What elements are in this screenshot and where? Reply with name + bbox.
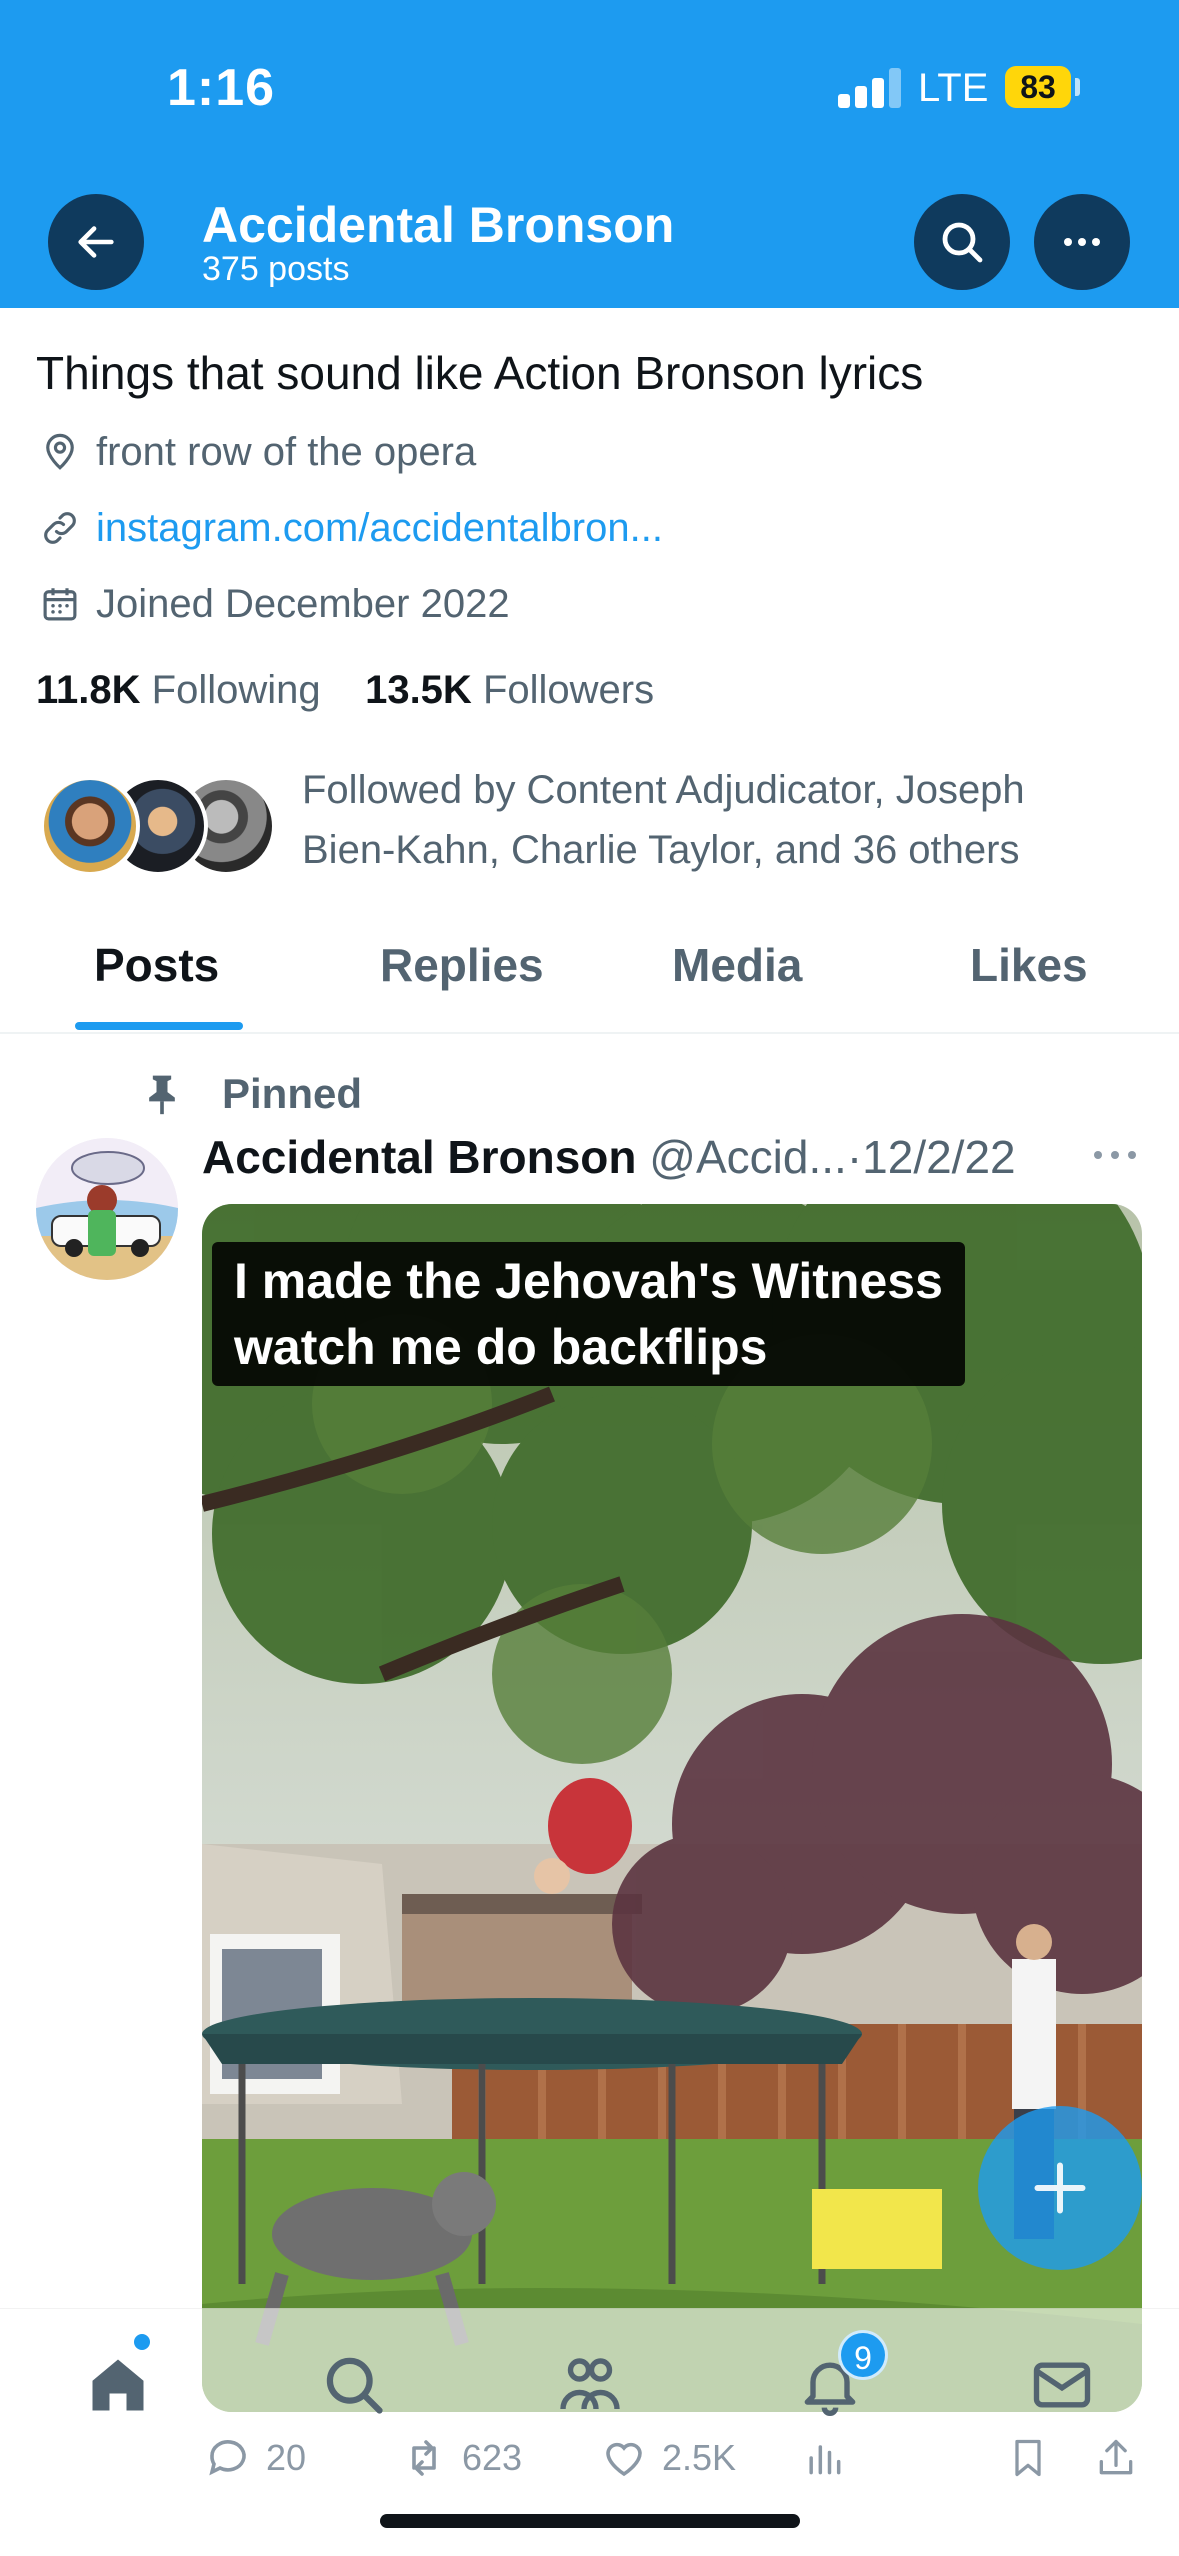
avatar-illustration <box>36 1138 178 1280</box>
reply-button[interactable]: 20 <box>202 2432 306 2484</box>
post-author-name[interactable]: Accidental Bronson <box>202 1131 637 1183</box>
followers-link[interactable]: 13.5K Followers <box>365 668 654 712</box>
avatar <box>40 776 140 876</box>
followers-count: 13.5K <box>365 668 472 712</box>
tab-posts[interactable]: Posts <box>94 938 219 992</box>
header-post-count: 375 posts <box>202 250 350 288</box>
pin-icon <box>140 1072 184 1116</box>
joined-text: Joined December 2022 <box>96 581 510 626</box>
more-horizontal-icon <box>1064 238 1100 246</box>
compose-post-button[interactable] <box>978 2106 1142 2270</box>
profile-tabs: Posts Replies Media Likes <box>0 900 1179 1034</box>
follow-counts: 11.8K Following 13.5K Followers <box>36 668 654 713</box>
search-button[interactable] <box>914 194 1010 290</box>
post-header: Accidental Bronson @Accid...·12/2/22 <box>202 1130 1016 1184</box>
following-count: 11.8K <box>36 668 141 712</box>
followers-label: Followers <box>482 668 655 712</box>
views-icon <box>798 2432 850 2484</box>
share-icon <box>1090 2432 1142 2484</box>
post-author-avatar[interactable] <box>36 1138 178 1280</box>
share-button[interactable] <box>1090 2432 1154 2484</box>
nav-home[interactable] <box>78 2345 158 2425</box>
repost-icon <box>398 2432 450 2484</box>
reply-count: 20 <box>266 2437 307 2478</box>
reply-icon <box>202 2432 254 2484</box>
more-options-button[interactable] <box>1034 194 1130 290</box>
tab-media[interactable]: Media <box>672 938 802 992</box>
post-actions: 20 623 2.5K <box>202 2432 1162 2492</box>
back-button[interactable] <box>48 194 144 290</box>
post-more-button[interactable] <box>1092 1130 1138 1175</box>
nav-messages[interactable] <box>1022 2345 1102 2425</box>
battery-icon: 83 <box>1005 66 1071 108</box>
following-link[interactable]: 11.8K Following <box>36 668 321 712</box>
post-separator: · <box>846 1131 863 1183</box>
tab-likes[interactable]: Likes <box>970 938 1088 992</box>
link-icon <box>36 504 84 552</box>
location-text: front row of the opera <box>96 429 477 474</box>
header-title: Accidental Bronson <box>202 197 675 253</box>
profile-location: front row of the opera <box>36 424 476 480</box>
like-count: 2.5K <box>662 2437 737 2478</box>
bookmark-icon <box>1002 2432 1054 2484</box>
followed-by-avatars[interactable] <box>40 776 280 878</box>
caption-line-1: I made the Jehovah's Witness <box>234 1253 943 1309</box>
link-text[interactable]: instagram.com/accidentalbron... <box>96 506 663 551</box>
followed-by-text[interactable]: Followed by Content Adjudicator, Joseph … <box>302 760 1122 880</box>
home-unread-dot <box>134 2334 150 2350</box>
location-pin-icon <box>36 428 84 476</box>
calendar-icon <box>36 580 84 628</box>
network-label: LTE <box>918 66 989 110</box>
pinned-label: Pinned <box>222 1070 363 1117</box>
heart-icon <box>598 2432 650 2484</box>
search-icon <box>326 2357 383 2414</box>
repost-button[interactable]: 623 <box>398 2432 522 2484</box>
caption-line-2: watch me do backflips <box>234 1319 768 1375</box>
notifications-badge: 9 <box>838 2330 888 2380</box>
active-tab-indicator <box>75 1022 243 1030</box>
nav-communities[interactable] <box>550 2345 630 2425</box>
communities-icon <box>560 2358 620 2410</box>
tab-replies[interactable]: Replies <box>380 938 544 992</box>
repost-count: 623 <box>462 2437 523 2478</box>
profile-joined: Joined December 2022 <box>36 576 510 632</box>
nav-search[interactable] <box>314 2345 394 2425</box>
status-time: 1:16 <box>167 59 276 117</box>
bookmark-button[interactable] <box>1002 2432 1066 2484</box>
more-horizontal-icon <box>1094 1151 1136 1159</box>
arrow-left-icon <box>78 226 114 258</box>
search-icon <box>942 222 983 263</box>
signal-icon <box>838 68 901 108</box>
profile-bio: Things that sound like Action Bronson ly… <box>36 347 924 399</box>
battery-tip <box>1075 78 1080 96</box>
video-caption: I made the Jehovah's Witness watch me do… <box>212 1242 965 1386</box>
post-date[interactable]: 12/2/22 <box>862 1131 1015 1183</box>
views-button[interactable] <box>798 2432 862 2484</box>
plus-icon <box>1034 2162 1086 2214</box>
home-indicator <box>380 2514 800 2528</box>
home-icon <box>92 2359 144 2411</box>
post-handle[interactable]: @Accid... <box>649 1131 847 1183</box>
messages-icon <box>1033 2362 1091 2408</box>
profile-header: 1:16 LTE 83 Accidental Bronson 375 posts <box>0 0 1179 308</box>
following-label: Following <box>151 668 321 712</box>
like-button[interactable]: 2.5K <box>598 2432 736 2484</box>
pinned-indicator: Pinned <box>140 1068 362 1120</box>
profile-link[interactable]: instagram.com/accidentalbron... <box>36 500 663 556</box>
